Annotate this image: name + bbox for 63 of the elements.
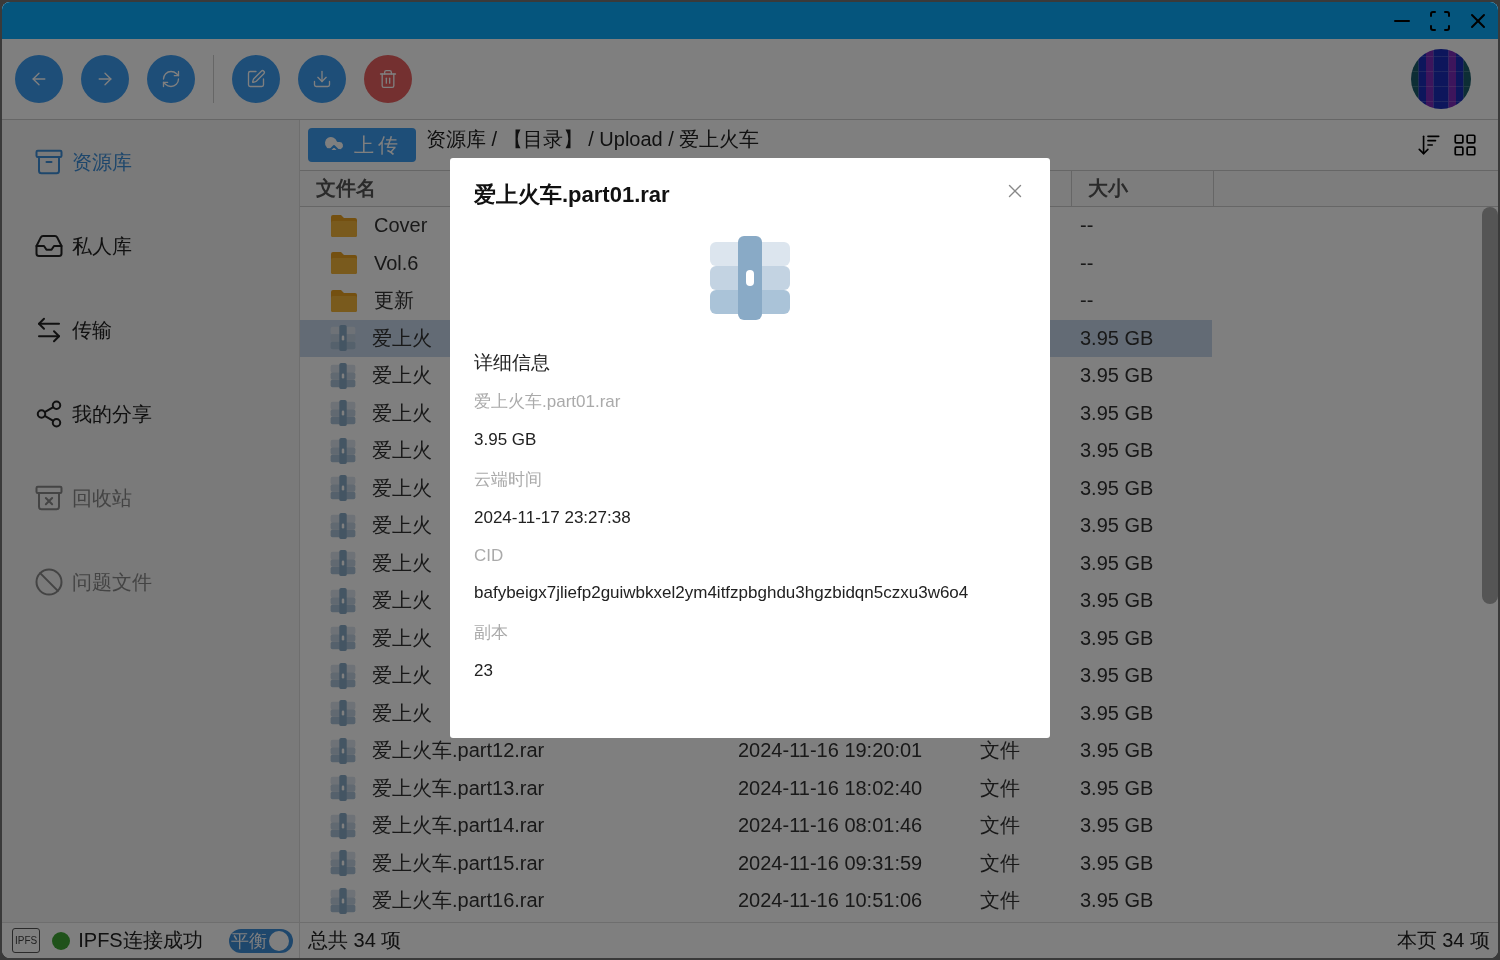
modified-date: 2024-11-16 08:01:46 [738, 814, 923, 837]
file-name: 爱上火 [372, 700, 432, 726]
file-size: 3.95 GB [1080, 589, 1154, 612]
file-size: 3.95 GB [1080, 776, 1154, 799]
file-name: 爱上火车.part14.rar [372, 813, 545, 839]
file-name: 爱上火车.part12.rar [372, 738, 545, 764]
file-name: 爱上火 [372, 438, 432, 464]
file-size: 3.95 GB [1080, 739, 1154, 762]
file-type: 文件 [980, 889, 1020, 912]
file-name: 爱上火 [372, 550, 432, 576]
total-count: 总共 34 项 [307, 928, 403, 953]
file-size: 3.95 GB [1080, 851, 1154, 874]
field-label: CID [474, 545, 505, 566]
file-size: -- [1080, 289, 1094, 312]
file-type: 文件 [980, 851, 1020, 874]
file-size: 3.95 GB [1080, 889, 1154, 912]
file-name: 爱上火 [372, 325, 432, 351]
file-size: 3.95 GB [1080, 626, 1154, 649]
modified-date: 2024-11-16 19:20:01 [738, 739, 923, 762]
file-name: Cover [374, 214, 428, 238]
file-name: 爱上火 [372, 475, 432, 501]
modified-date: 2024-11-16 09:31:59 [738, 851, 923, 874]
file-type: 文件 [980, 739, 1020, 762]
file-size: 3.95 GB [1080, 401, 1154, 424]
file-size: -- [1080, 251, 1094, 274]
file-size: 3.95 GB [1080, 664, 1154, 687]
file-name: 爱上火 [372, 400, 432, 426]
file-type: 文件 [980, 776, 1020, 799]
file-size: -- [1080, 214, 1094, 237]
page-count: 本页 34 项 [1396, 928, 1491, 953]
section-title: 详细信息 [474, 351, 551, 375]
field-value: 3.95 GB [474, 429, 538, 451]
file-size: 3.95 GB [1080, 514, 1154, 537]
field-value: 2024-11-17 23:27:38 [474, 506, 632, 529]
dialog-title: 爱上火车.part01.rar [474, 181, 670, 209]
file-type: 文件 [980, 814, 1020, 837]
file-name: 爱上火车.part16.rar [372, 888, 545, 914]
file-size: 3.95 GB [1080, 326, 1154, 349]
file-size: 3.95 GB [1080, 814, 1154, 837]
file-name: 爱上火车.part15.rar [372, 850, 545, 876]
field-label: 爱上火车.part01.rar [474, 391, 622, 413]
file-size: 3.95 GB [1080, 701, 1154, 724]
file-size: 3.95 GB [1080, 476, 1154, 499]
file-name: 爱上火 [372, 663, 432, 689]
file-name: 爱上火 [372, 588, 432, 614]
connection-status: IPFS连接成功 [78, 928, 203, 953]
file-name: 爱上火 [372, 625, 432, 651]
file-size: 3.95 GB [1080, 551, 1154, 574]
file-name: Vol.6 [374, 251, 419, 275]
ipfs-badge: IPFS [12, 928, 41, 953]
file-size: 3.95 GB [1080, 439, 1154, 462]
file-size: 3.95 GB [1080, 364, 1154, 387]
field-value: 23 [474, 659, 494, 682]
file-name: 更新 [374, 288, 414, 314]
field-label: 副本 [474, 621, 509, 644]
modified-date: 2024-11-16 10:51:06 [738, 889, 923, 912]
file-name: 爱上火车.part13.rar [372, 775, 545, 801]
breadcrumb: 资源库 / 【目录】 / Upload / 爱上火车 [426, 126, 760, 152]
file-name: 爱上火 [372, 363, 432, 389]
field-label: 云端时间 [474, 468, 543, 491]
field-value: bafybeigx7jliefp2guiwbkxel2ym4itfzpbghdu3hgzbidqn5czxu3w6o4 [474, 581, 970, 604]
file-name: 爱上火 [372, 513, 432, 539]
modified-date: 2024-11-16 18:02:40 [738, 776, 923, 799]
